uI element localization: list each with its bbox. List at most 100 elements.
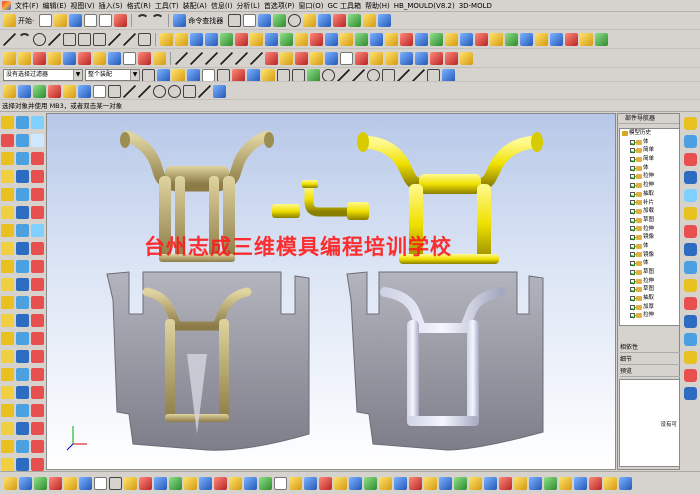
family-icon[interactable]	[16, 278, 29, 291]
move-to-layer-icon[interactable]	[379, 476, 392, 490]
ellipse-tool-icon[interactable]	[168, 84, 181, 98]
layer-settings-icon[interactable]	[348, 14, 362, 27]
surface-icon[interactable]	[16, 152, 29, 165]
visibility-checkbox[interactable]	[630, 252, 635, 258]
visibility-checkbox[interactable]	[630, 313, 635, 319]
through-curves-icon[interactable]	[3, 52, 16, 65]
tree-node[interactable]: 抽取	[620, 294, 679, 303]
wcs-rotate-icon[interactable]	[469, 476, 482, 490]
extrude-icon[interactable]	[160, 33, 173, 46]
bom-icon[interactable]	[16, 242, 29, 255]
unite-icon[interactable]	[340, 33, 353, 46]
menu-info[interactable]: 信息(I)	[211, 1, 233, 11]
visibility-checkbox[interactable]	[630, 200, 635, 206]
hd3d-icon[interactable]	[684, 333, 697, 346]
visibility-checkbox[interactable]	[630, 226, 635, 232]
core-icon[interactable]	[16, 170, 29, 183]
tree-node[interactable]: 拉伸	[620, 181, 679, 190]
journal-icon[interactable]	[589, 476, 602, 490]
wireframe-icon[interactable]	[94, 476, 107, 490]
layout-icon[interactable]	[1, 278, 14, 291]
knowledge-fusion-icon[interactable]	[684, 351, 697, 364]
zebra-analysis-icon[interactable]	[460, 52, 473, 65]
tree-node[interactable]: 抽取	[620, 190, 679, 199]
menu-tools[interactable]: 工具(T)	[155, 1, 179, 11]
wcs-dynamic-icon[interactable]	[439, 476, 452, 490]
select-component-icon[interactable]	[157, 69, 170, 81]
roles-icon[interactable]	[684, 243, 697, 256]
visibility-checkbox[interactable]	[630, 156, 635, 162]
delete-file-icon[interactable]	[31, 332, 44, 345]
volume-icon[interactable]	[1, 386, 14, 399]
menu-insert[interactable]: 插入(S)	[99, 1, 123, 11]
draft-analysis-icon[interactable]	[355, 52, 368, 65]
shade-icon[interactable]	[333, 14, 347, 27]
mold-wizard-icon[interactable]	[378, 14, 392, 27]
sketch-icon[interactable]	[273, 14, 287, 27]
preview-section[interactable]: 预览	[620, 367, 680, 377]
select-all-icon[interactable]	[142, 69, 155, 81]
point-icon[interactable]	[63, 33, 76, 46]
visibility-checkbox[interactable]	[630, 295, 635, 301]
isometric-icon[interactable]	[169, 476, 182, 490]
block-icon[interactable]	[190, 33, 203, 46]
select-face-icon[interactable]	[187, 69, 200, 81]
replay-feature-icon[interactable]	[78, 84, 91, 98]
mold-icon[interactable]	[31, 152, 44, 165]
csys-orient-icon[interactable]	[424, 476, 437, 490]
tree-node[interactable]: 加载	[620, 207, 679, 216]
assembly-navigator-icon[interactable]	[684, 117, 697, 130]
snap-point-icon[interactable]	[307, 69, 320, 81]
visibility-checkbox[interactable]	[630, 139, 635, 145]
offset-curve-icon[interactable]	[108, 33, 121, 46]
region-icon[interactable]	[31, 296, 44, 309]
parting-icon[interactable]	[31, 170, 44, 183]
orient-view-icon[interactable]	[64, 476, 77, 490]
system-scenes-icon[interactable]	[684, 315, 697, 328]
snap-intersection-icon[interactable]	[382, 69, 395, 81]
web-browser-icon[interactable]	[684, 189, 697, 202]
render-icon[interactable]	[303, 14, 317, 27]
section-analysis-icon[interactable]	[445, 52, 458, 65]
trim-body-icon[interactable]	[475, 33, 488, 46]
tool-extra-2-icon[interactable]	[16, 440, 29, 453]
mold-base-icon[interactable]	[16, 224, 29, 237]
parting-line-icon[interactable]	[16, 404, 29, 417]
layer-icon[interactable]	[258, 14, 272, 27]
datum-axis-icon[interactable]	[31, 116, 44, 129]
datum-plane-icon[interactable]	[213, 84, 226, 98]
thicken-icon[interactable]	[445, 33, 458, 46]
process-studio-icon[interactable]	[684, 261, 697, 274]
visibility-checkbox[interactable]	[630, 243, 635, 249]
offset-region-icon[interactable]	[295, 52, 308, 65]
tree-node[interactable]: 拉伸	[620, 225, 679, 234]
front-view-icon[interactable]	[199, 476, 212, 490]
mold-tools-icon[interactable]	[1, 404, 14, 417]
emboss-icon[interactable]	[280, 52, 293, 65]
extract-curve-icon[interactable]	[220, 52, 233, 65]
lasso-select-icon[interactable]	[292, 69, 305, 81]
tree-node[interactable]: 体	[620, 259, 679, 268]
new-file-icon[interactable]	[39, 14, 53, 27]
hole-icon[interactable]	[250, 33, 263, 46]
top-view-icon[interactable]	[184, 476, 197, 490]
delete-icon[interactable]	[114, 14, 128, 27]
trimetric-icon[interactable]	[154, 476, 167, 490]
tree-node[interactable]: 简单	[620, 155, 679, 164]
menu-file[interactable]: 文件(F)	[15, 1, 39, 11]
layer-visibility-icon[interactable]	[334, 476, 347, 490]
reorder-feature-icon[interactable]	[63, 84, 76, 98]
menu-preferences[interactable]: 首选项(P)	[264, 1, 295, 11]
report-icon[interactable]	[31, 386, 44, 399]
intersection-curve-icon[interactable]	[190, 52, 203, 65]
circle-icon[interactable]	[33, 33, 46, 46]
visibility-checkbox[interactable]	[630, 165, 635, 171]
measure-icon[interactable]	[514, 476, 527, 490]
csys-icon[interactable]	[16, 350, 29, 363]
tree-node[interactable]: 简单	[620, 146, 679, 155]
standard-part-icon[interactable]	[31, 224, 44, 237]
snap-existing-point-icon[interactable]	[442, 69, 455, 81]
info-object-icon[interactable]	[529, 476, 542, 490]
check-geometry-icon[interactable]	[340, 52, 353, 65]
visibility-checkbox[interactable]	[630, 191, 635, 197]
